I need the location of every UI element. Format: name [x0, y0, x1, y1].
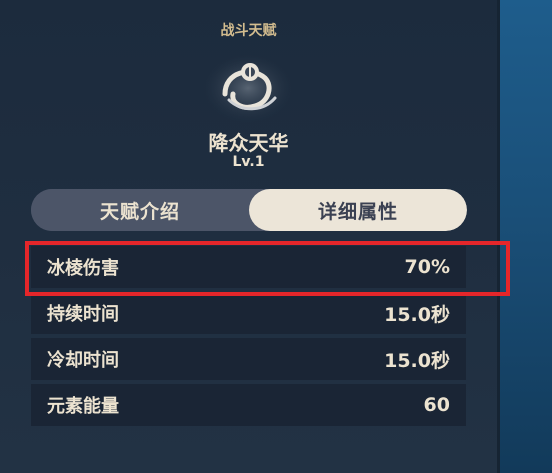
attribute-value: 15.0秒 [384, 303, 450, 326]
attribute-row: 持续时间 15.0秒 [31, 292, 466, 334]
talent-detail-panel: 战斗天赋 降众天华 Lv.1 天赋介绍 详细属性 冰棱伤害 70% 持续时间 1… [0, 0, 510, 473]
attribute-value: 60 [423, 394, 450, 416]
attribute-name: 元素能量 [47, 396, 119, 417]
tab-talent-intro[interactable]: 天赋介绍 [31, 189, 249, 231]
tab-detail-attributes[interactable]: 详细属性 [249, 189, 467, 231]
attribute-row: 元素能量 60 [31, 384, 466, 426]
talent-category: 战斗天赋 [220, 23, 277, 39]
attribute-name: 持续时间 [47, 304, 119, 325]
ice-lotus-talent-icon [204, 54, 292, 122]
highlight-box [25, 241, 510, 296]
attribute-name: 冷却时间 [47, 350, 119, 371]
tab-bar: 天赋介绍 详细属性 [31, 189, 467, 231]
talent-name: 降众天华 [208, 131, 289, 155]
attribute-row: 冷却时间 15.0秒 [31, 338, 466, 380]
scene-background [500, 0, 552, 473]
attribute-value: 15.0秒 [384, 349, 450, 372]
talent-level: Lv.1 [232, 154, 265, 170]
panel-divider [497, 0, 500, 473]
